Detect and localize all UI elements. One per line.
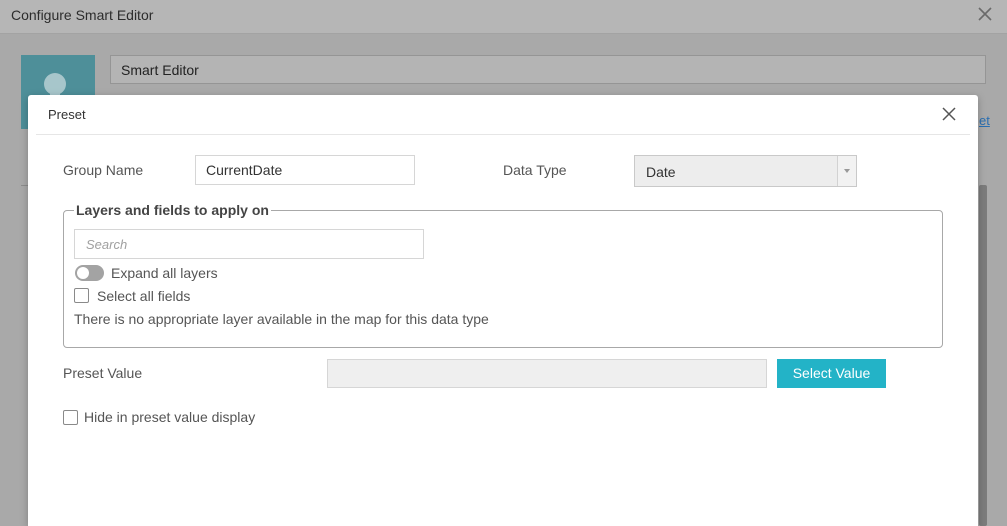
toggle-knob [77, 267, 89, 279]
group-name-input[interactable]: CurrentDate [195, 155, 415, 185]
lightbulb-icon [44, 73, 66, 95]
preset-dialog-header: Preset [36, 95, 970, 135]
search-input[interactable] [74, 229, 424, 259]
select-all-checkbox[interactable] [74, 288, 89, 303]
data-type-label: Data Type [503, 162, 567, 178]
group-name-label: Group Name [63, 162, 144, 178]
preset-value-label: Preset Value [63, 365, 143, 381]
preset-dialog-title: Preset [48, 107, 86, 122]
data-type-select[interactable]: Date [634, 155, 857, 187]
scrollbar[interactable] [979, 185, 987, 526]
hide-in-display-label: Hide in preset value display [84, 409, 256, 425]
select-value-button[interactable]: Select Value [777, 359, 886, 388]
expand-all-toggle[interactable] [75, 265, 104, 281]
close-icon[interactable] [942, 107, 956, 121]
data-type-value: Date [646, 164, 676, 180]
close-icon[interactable] [977, 6, 993, 22]
configure-dialog-header: Configure Smart Editor [0, 0, 1007, 34]
chevron-down-icon [844, 169, 850, 173]
reset-link[interactable]: et [979, 113, 990, 128]
expand-all-label: Expand all layers [111, 265, 218, 281]
fieldset-legend: Layers and fields to apply on [74, 202, 271, 218]
widget-name-input[interactable]: Smart Editor [110, 55, 986, 84]
preset-value-field[interactable] [327, 359, 767, 388]
preset-dialog: Preset Group Name CurrentDate Data Type … [28, 95, 978, 526]
configure-dialog-title: Configure Smart Editor [11, 7, 154, 23]
hide-in-display-checkbox[interactable] [63, 410, 78, 425]
select-all-label: Select all fields [97, 288, 191, 304]
no-layer-message: There is no appropriate layer available … [74, 311, 489, 327]
